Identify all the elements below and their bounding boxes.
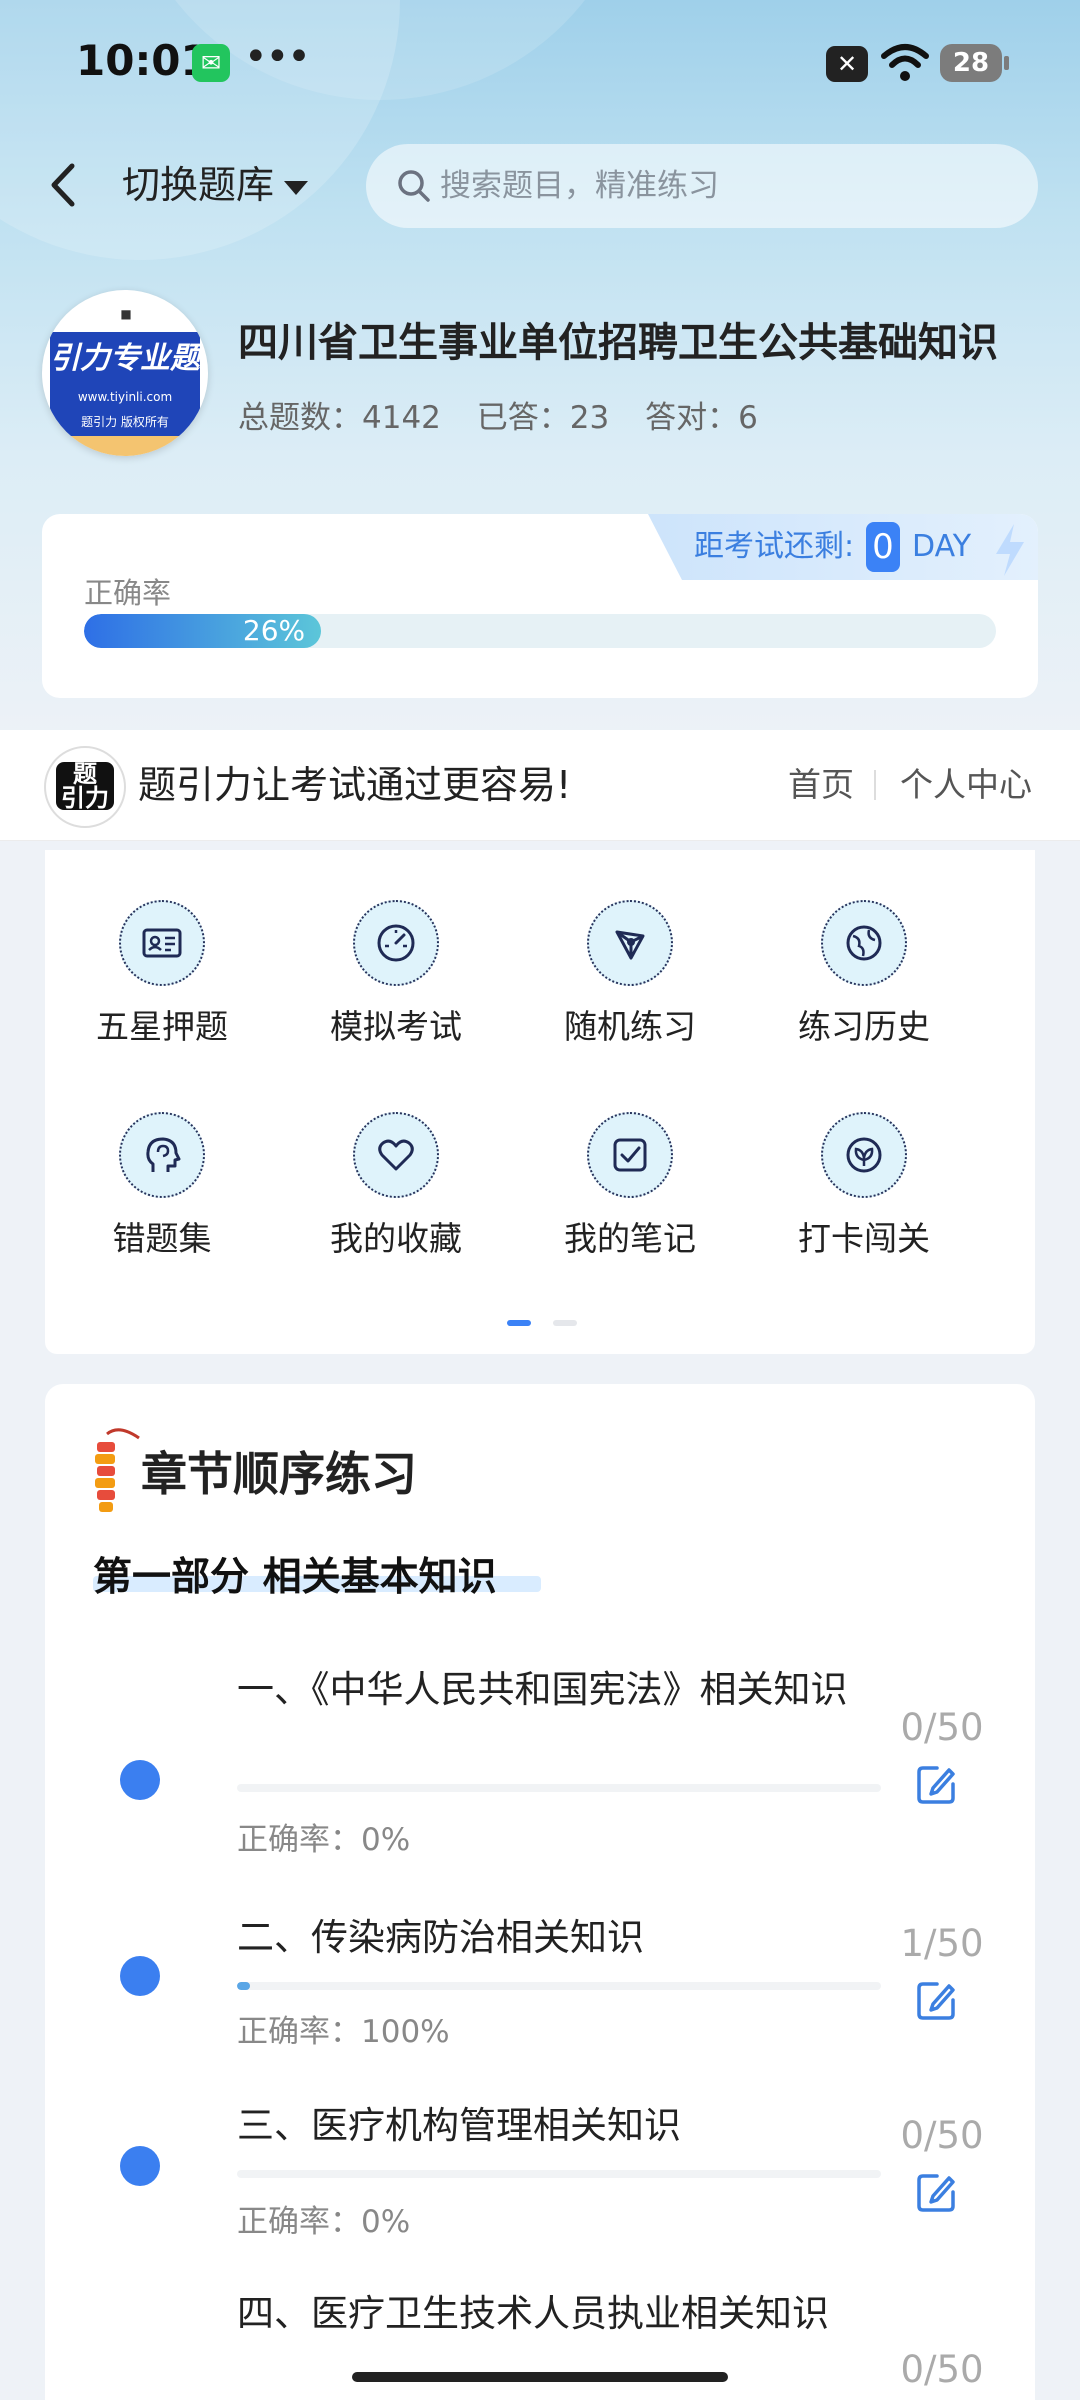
accuracy-card: 距考试还剩: 0 DAY 正确率 26% xyxy=(42,514,1038,698)
chapter-practice-section: 章节顺序练习 第一部分 相关基本知识 一、《中华人民共和国宪法》相关知识 正确率… xyxy=(45,1384,1035,2400)
chapter-dot xyxy=(120,1956,160,1996)
accuracy-progress-bar: 26% xyxy=(84,614,996,648)
battery-icon: 28 xyxy=(940,44,1009,82)
feature-label: 打卡闯关 xyxy=(798,1219,930,1258)
feature-notes[interactable]: 我的笔记 xyxy=(513,1062,747,1262)
logo-text: 引力专业题 xyxy=(50,332,200,386)
chapter-name: 一、《中华人民共和国宪法》相关知识 xyxy=(237,1668,848,1711)
globe-icon xyxy=(846,925,882,961)
feature-favorites[interactable]: 我的收藏 xyxy=(279,1062,513,1262)
bank-stats: 总题数：4142 已答：23 答对：6 xyxy=(238,392,784,437)
switch-bank-label: 切换题库 xyxy=(122,163,275,207)
speedometer-icon xyxy=(377,924,415,962)
chapter-progress-bar xyxy=(237,1982,881,1990)
accuracy-label: 正确率 xyxy=(84,576,172,610)
countdown-label: 距考试还剩: xyxy=(694,529,855,564)
feature-history[interactable]: 练习历史 xyxy=(747,850,981,1050)
chapter-dot xyxy=(120,2146,160,2186)
notification-close-icon: ✕ xyxy=(826,46,868,82)
logo-url: www.tiyinli.com xyxy=(50,386,200,410)
page-dot xyxy=(553,1320,577,1326)
status-time: 10:01 xyxy=(76,36,210,85)
chapter-count: 0/50 xyxy=(900,1706,984,1749)
feature-wrong-set[interactable]: 错题集 xyxy=(45,1062,279,1262)
exam-countdown: 距考试还剩: 0 DAY xyxy=(648,514,1038,580)
feature-checkin[interactable]: 打卡闯关 xyxy=(747,1062,981,1262)
stat-correct: 答对：6 xyxy=(645,400,758,436)
page-dot-active xyxy=(507,1320,531,1326)
part-heading: 第一部分 相关基本知识 xyxy=(93,1546,541,1602)
id-card-icon xyxy=(142,928,182,958)
edit-icon[interactable] xyxy=(915,1978,959,2022)
search-placeholder: 搜索题目，精准练习 xyxy=(440,168,719,204)
bank-logo: ■ 引力专业题 www.tiyinli.com 题引力 版权所有 xyxy=(42,290,208,456)
leaf-icon xyxy=(846,1137,882,1173)
chapter-rate: 正确率：0% xyxy=(237,2204,411,2240)
chapter-count: 0/50 xyxy=(900,2114,984,2157)
logo-footer: 题引力 版权所有 xyxy=(50,410,200,436)
home-indicator[interactable] xyxy=(352,2372,728,2382)
more-dots-icon: ••• xyxy=(244,34,311,80)
feature-label: 随机练习 xyxy=(564,1007,696,1046)
nav-divider xyxy=(874,770,876,800)
heart-icon xyxy=(378,1139,414,1171)
switch-bank-dropdown[interactable]: 切换题库 xyxy=(122,158,309,212)
feature-grid: 五星押题 模拟考试 随机练习 练习历史 错题集 我的收藏 我的笔记 打卡闯关 xyxy=(45,850,1035,1354)
brand-logo-icon: 题引力 xyxy=(44,746,126,828)
chapter-progress-bar xyxy=(237,1784,881,1792)
checkbox-icon xyxy=(613,1138,647,1172)
feature-five-star[interactable]: 五星押题 xyxy=(45,850,279,1050)
wechat-icon: ✉ xyxy=(192,44,230,82)
chapter-section-title: 章节顺序练习 xyxy=(141,1447,417,1501)
status-bar: 10:01 ✉ ••• ✕ 28 xyxy=(0,0,1080,125)
chapter-progress-bar xyxy=(237,2170,881,2178)
wifi-icon xyxy=(881,44,929,81)
back-arrow-icon[interactable] xyxy=(44,158,84,212)
search-icon xyxy=(398,170,430,202)
stat-answered: 已答：23 xyxy=(476,400,610,436)
accuracy-percent: 26% xyxy=(242,614,306,647)
chapter-count: 1/50 xyxy=(900,1922,984,1965)
slogan-bar: 题引力 题引力让考试通过更容易! 首页 个人中心 xyxy=(0,730,1080,841)
chapter-name: 四、医疗卫生技术人员执业相关知识 xyxy=(237,2292,829,2335)
page-indicator xyxy=(507,1320,577,1328)
chapter-name: 二、传染病防治相关知识 xyxy=(237,1916,644,1959)
slogan-text: 题引力让考试通过更容易! xyxy=(138,763,572,807)
chapter-progress-fill xyxy=(237,1982,250,1990)
feature-label: 我的笔记 xyxy=(564,1219,696,1258)
chapter-rate: 正确率：100% xyxy=(237,2014,450,2050)
edit-icon[interactable] xyxy=(915,2170,959,2214)
part-title: 第一部分 相关基本知识 xyxy=(93,1555,497,1600)
feature-label: 五星押题 xyxy=(96,1007,228,1046)
feature-label: 模拟考试 xyxy=(330,1007,462,1046)
feature-random-practice[interactable]: 随机练习 xyxy=(513,850,747,1050)
feature-label: 错题集 xyxy=(112,1219,212,1258)
caret-down-icon xyxy=(284,180,309,195)
chapter-count: 0/50 xyxy=(900,2348,984,2391)
countdown-unit: DAY xyxy=(912,529,972,564)
lightning-icon xyxy=(996,524,1024,576)
firecracker-icon xyxy=(95,1428,140,1512)
chapter-dot xyxy=(120,1760,160,1800)
countdown-value: 0 xyxy=(866,522,900,572)
nav-profile-link[interactable]: 个人中心 xyxy=(900,730,1032,840)
accuracy-progress-fill: 26% xyxy=(84,614,322,648)
edit-icon[interactable] xyxy=(915,1762,959,1806)
nav-home-link[interactable]: 首页 xyxy=(788,730,854,840)
stat-total: 总题数：4142 xyxy=(238,400,441,436)
feature-label: 练习历史 xyxy=(798,1007,930,1046)
head-icon xyxy=(146,1137,181,1172)
feature-mock-exam[interactable]: 模拟考试 xyxy=(279,850,513,1050)
bank-title: 四川省卫生事业单位招聘卫生公共基础知识 xyxy=(238,320,998,366)
network-icon xyxy=(615,930,645,960)
logo-mark-icon: ■ xyxy=(120,307,132,321)
search-input[interactable]: 搜索题目，精准练习 xyxy=(366,144,1038,228)
feature-label: 我的收藏 xyxy=(330,1219,462,1258)
chapter-name: 三、医疗机构管理相关知识 xyxy=(237,2104,681,2147)
chapter-rate: 正确率：0% xyxy=(237,1822,411,1858)
